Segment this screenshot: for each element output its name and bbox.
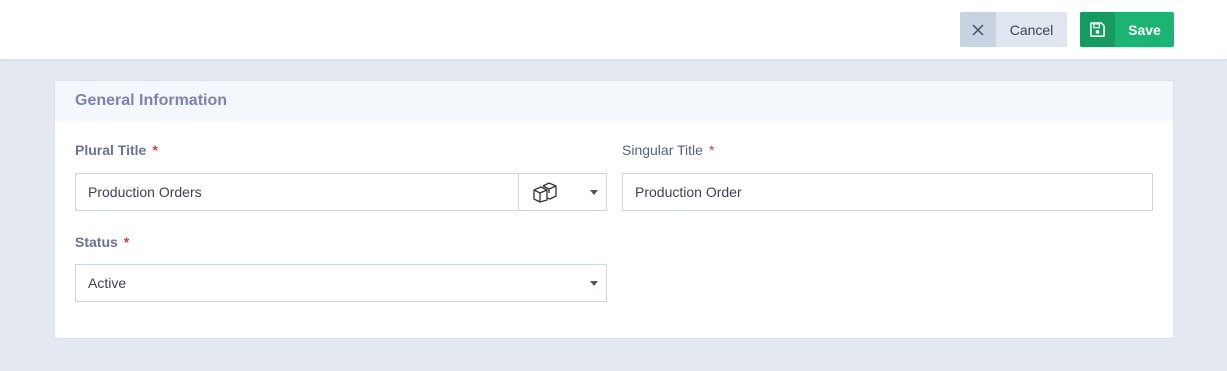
cancel-button-label: Cancel [1009,21,1054,38]
singular-title-value: Production Order [635,184,742,200]
boxes-icon [531,181,559,206]
icon-picker-dropdown[interactable] [518,173,607,211]
singular-title-label: Singular Title * [622,142,715,158]
singular-title-input[interactable]: Production Order [622,173,1153,211]
required-mark: * [123,234,130,250]
top-toolbar: Cancel Save [0,0,1227,60]
status-label: Status * [75,234,130,250]
required-mark: * [152,142,158,158]
plural-title-input[interactable]: Production Orders [75,173,607,211]
floppy-disk-icon [1080,12,1115,47]
cancel-button[interactable]: Cancel [960,12,1067,47]
status-select[interactable]: Active [75,264,607,302]
card-title: General Information [75,92,228,109]
card-header: General Information [55,81,1173,121]
save-button[interactable]: Save [1080,12,1174,47]
plural-title-value: Production Orders [88,184,202,200]
chevron-down-icon [590,281,598,286]
close-icon [960,12,996,47]
status-value: Active [88,275,127,291]
plural-title-label: Plural Title * [75,142,158,158]
save-button-label: Save [1128,21,1161,38]
general-information-card: General Information Plural Title * Produc… [54,80,1174,339]
required-mark: * [708,142,715,158]
chevron-down-icon [590,190,598,195]
